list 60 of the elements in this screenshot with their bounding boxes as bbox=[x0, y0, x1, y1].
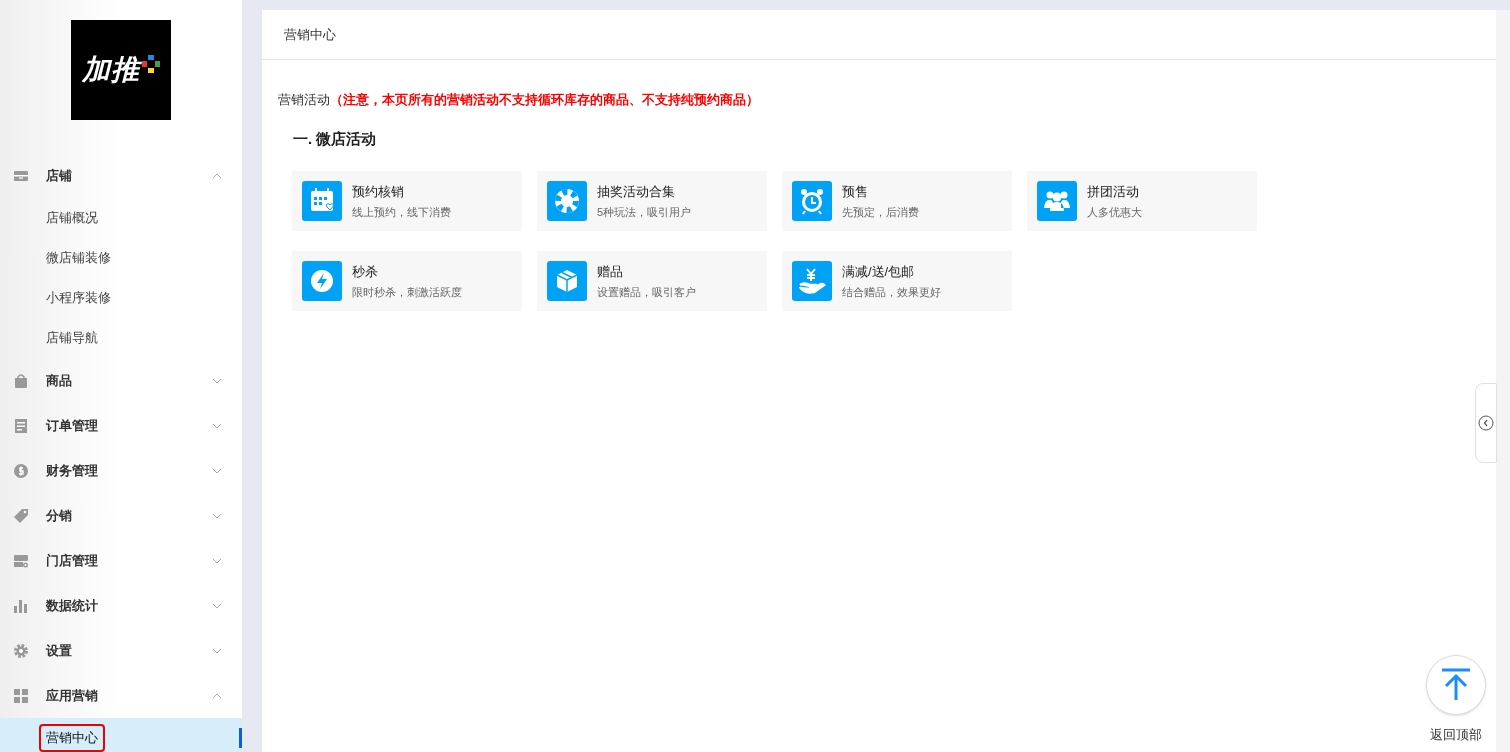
card-title: 拼团活动 bbox=[1087, 182, 1140, 201]
sidebar-submenu-item[interactable]: 店铺导航 bbox=[0, 318, 242, 358]
grid-icon bbox=[13, 687, 29, 704]
sidebar-menu-item[interactable]: 数据统计 bbox=[0, 583, 242, 628]
card-subtitle: 5种玩法，吸引用户 bbox=[597, 205, 692, 220]
people-icon bbox=[1037, 181, 1077, 221]
card-subtitle: 线上预约，线下消费 bbox=[352, 205, 451, 220]
sidebar-menu-item[interactable]: 应用营销 bbox=[0, 673, 242, 718]
calendar-icon bbox=[302, 181, 342, 221]
yen-hand-icon bbox=[792, 261, 832, 301]
notice-text: 营销活动（注意，本页所有的营销活动不支持循环库存的商品、不支持纯预约商品） bbox=[278, 91, 760, 109]
card-title: 预约核销 bbox=[352, 182, 405, 201]
sidebar-menu-item[interactable]: 分销 bbox=[0, 493, 242, 538]
bar-chart-icon bbox=[13, 597, 29, 614]
coin-icon bbox=[13, 462, 29, 479]
activity-card[interactable]: 预售 先预定，后消费 bbox=[782, 171, 1012, 231]
sidebar-menu-item[interactable]: 店铺 bbox=[0, 153, 242, 198]
back-to-top-button[interactable] bbox=[1426, 654, 1486, 715]
logo-mark-icon bbox=[142, 55, 160, 73]
card-subtitle: 设置赠品，吸引客户 bbox=[597, 285, 696, 300]
activity-card[interactable]: 秒杀 限时秒杀，刺激活跃度 bbox=[292, 251, 522, 311]
sidebar-menu-item[interactable]: 商品 bbox=[0, 358, 242, 403]
card-title: 抽奖活动合集 bbox=[597, 182, 676, 201]
arrow-up-icon bbox=[1440, 667, 1472, 702]
sidebar-submenu-item[interactable]: 营销中心 bbox=[0, 718, 242, 752]
card-title: 秒杀 bbox=[352, 262, 379, 281]
sidebar-submenu-item[interactable]: 微店铺装修 bbox=[0, 238, 242, 278]
alarm-clock-icon bbox=[792, 181, 832, 221]
back-to-top-label: 返回顶部 bbox=[1430, 725, 1482, 744]
sidebar-menu-item[interactable]: 设置 bbox=[0, 628, 242, 673]
card-title: 赠品 bbox=[597, 262, 624, 281]
collapse-tab[interactable] bbox=[1475, 383, 1497, 463]
activity-card[interactable]: 抽奖活动合集 5种玩法，吸引用户 bbox=[537, 171, 767, 231]
sidebar-menu-item[interactable]: 财务管理 bbox=[0, 448, 242, 493]
wheel-icon bbox=[547, 181, 587, 221]
shop-gear-icon bbox=[13, 552, 29, 569]
activity-card[interactable]: 预约核销 线上预约，线下消费 bbox=[292, 171, 522, 231]
card-subtitle: 先预定，后消费 bbox=[842, 205, 919, 220]
logo-text: 加推 bbox=[82, 53, 140, 87]
card-title: 满减/送/包邮 bbox=[842, 262, 916, 281]
gear-icon bbox=[13, 642, 29, 659]
card-subtitle: 结合赠品，效果更好 bbox=[842, 285, 941, 300]
bag-icon bbox=[13, 372, 29, 389]
chevron-left-icon bbox=[1478, 415, 1494, 431]
tag-icon bbox=[13, 507, 29, 524]
activity-card[interactable]: 满减/送/包邮 结合赠品，效果更好 bbox=[782, 251, 1012, 311]
activity-card[interactable]: 赠品 设置赠品，吸引客户 bbox=[537, 251, 767, 311]
activity-card[interactable]: 拼团活动 人多优惠大 bbox=[1027, 171, 1257, 231]
sidebar-submenu-item[interactable]: 小程序装修 bbox=[0, 278, 242, 318]
card-title: 预售 bbox=[842, 182, 869, 201]
section-title: 一. 微店活动 bbox=[293, 128, 378, 149]
page-title: 营销中心 bbox=[284, 25, 336, 44]
lightning-icon bbox=[302, 261, 342, 301]
card-subtitle: 人多优惠大 bbox=[1087, 205, 1142, 220]
card-subtitle: 限时秒杀，刺激活跃度 bbox=[352, 285, 462, 300]
document-icon bbox=[13, 417, 29, 434]
box-icon bbox=[547, 261, 587, 301]
sidebar-submenu-item[interactable]: 店铺概况 bbox=[0, 198, 242, 238]
sidebar-menu-item[interactable]: 订单管理 bbox=[0, 403, 242, 448]
sidebar-menu-item[interactable]: 门店管理 bbox=[0, 538, 242, 583]
